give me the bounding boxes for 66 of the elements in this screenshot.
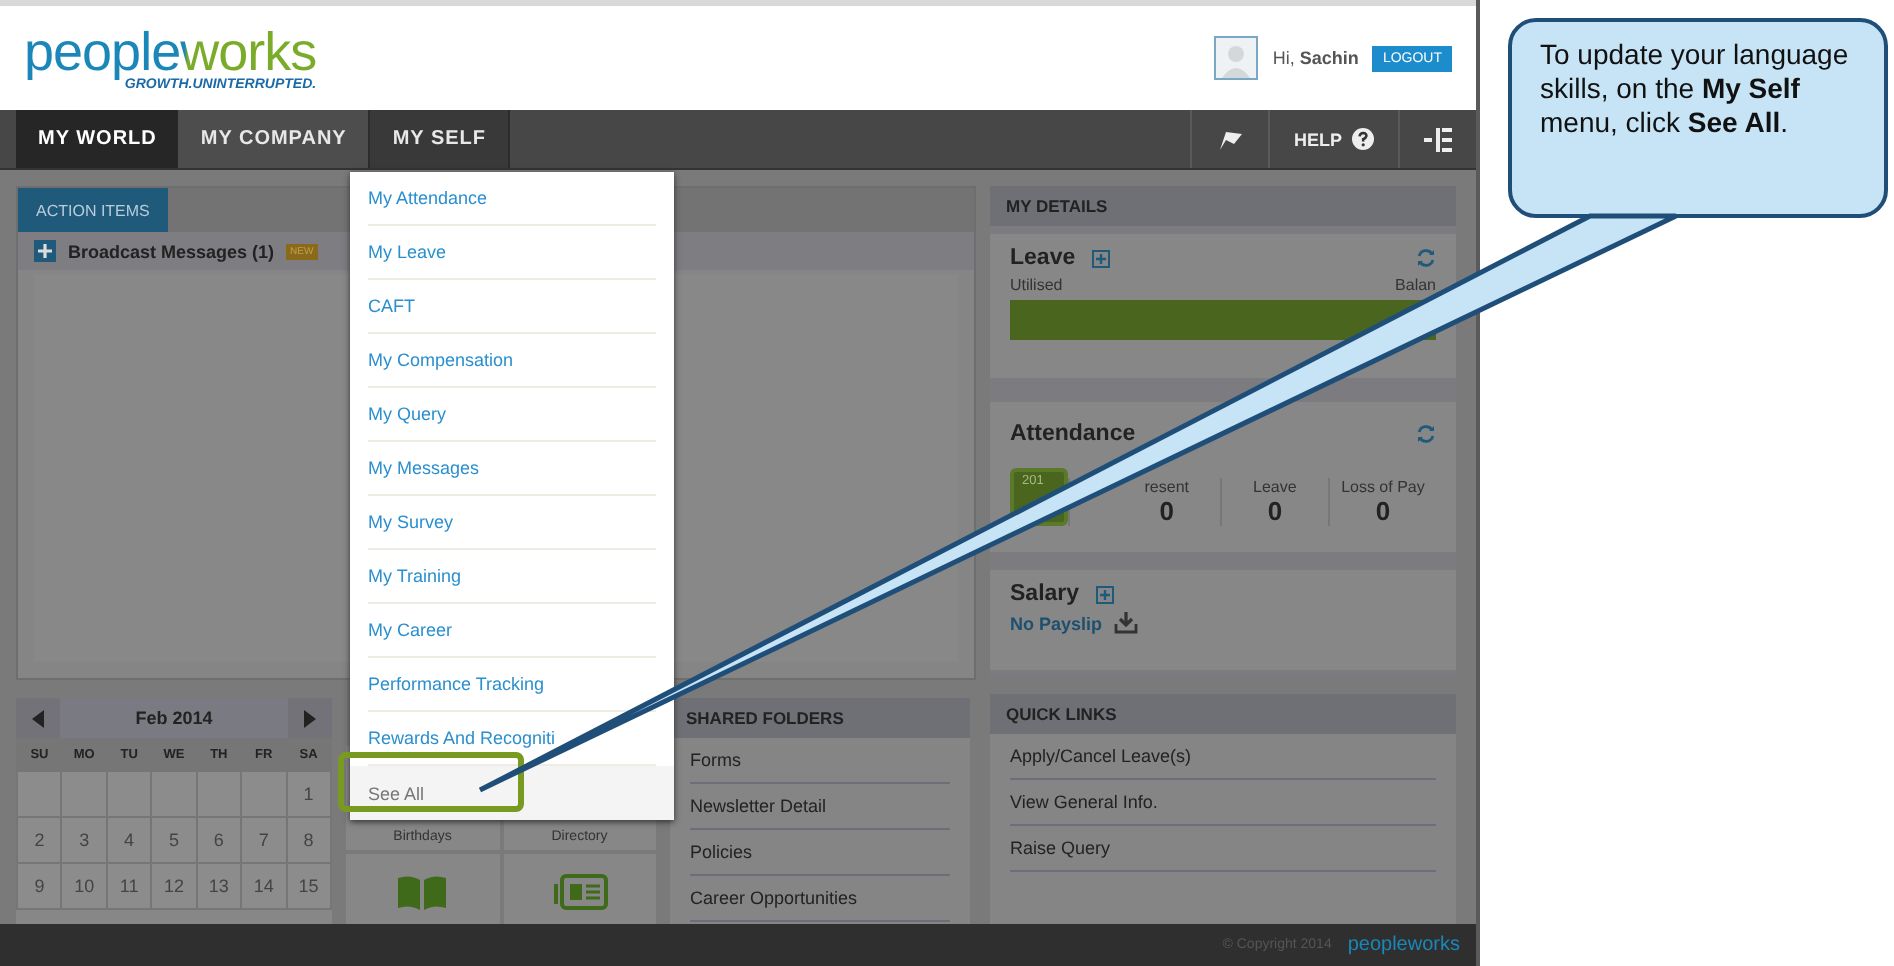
avatar-icon: [1214, 36, 1259, 80]
calendar-day[interactable]: 5: [152, 818, 196, 862]
refresh-icon[interactable]: [1416, 424, 1436, 444]
menu-item[interactable]: My Training: [368, 550, 656, 604]
calendar-day[interactable]: 1: [287, 772, 330, 816]
menu-item[interactable]: My Career: [368, 604, 656, 658]
calendar-day[interactable]: 14: [242, 864, 286, 908]
calendar-day[interactable]: 7: [242, 818, 286, 862]
panel-title: MY DETAILS: [990, 186, 1456, 226]
menu-item[interactable]: My Messages: [368, 442, 656, 496]
payslip-link[interactable]: No Payslip: [1010, 613, 1103, 633]
leave-title: Leave: [1010, 246, 1076, 270]
folder-link[interactable]: Policies: [690, 830, 950, 876]
next-month-icon[interactable]: [288, 698, 332, 738]
utilised-label: Utilised: [1010, 276, 1063, 294]
greeting-text: Hi, Sachin: [1272, 48, 1359, 68]
calendar-day[interactable]: 15: [287, 864, 330, 908]
quick-link[interactable]: Raise Query: [1010, 826, 1436, 872]
calendar-day[interactable]: 10: [62, 864, 106, 908]
folder-link[interactable]: Career Opportunities: [690, 876, 950, 922]
stat-value: 0: [1375, 496, 1391, 526]
refresh-icon[interactable]: [1416, 248, 1436, 268]
panel-title: QUICK LINKS: [990, 694, 1456, 734]
stat-value: 0: [1159, 496, 1174, 526]
panel-title: SHARED FOLDERS: [670, 698, 970, 738]
menu-item[interactable]: My Attendance: [368, 172, 656, 226]
menu-item[interactable]: My Compensation: [368, 334, 656, 388]
card-icon[interactable]: [551, 874, 608, 910]
nav-tab[interactable]: MY SELF: [368, 110, 510, 168]
nav-tab[interactable]: MY WORLD: [16, 110, 179, 168]
nav-tab[interactable]: MY COMPANY: [178, 110, 369, 168]
calendar-month: Feb 2014: [133, 708, 215, 728]
broadcast-messages-label[interactable]: Broadcast Messages (1): [68, 241, 275, 261]
stat-label: Loss of Pay: [1341, 478, 1425, 496]
stat-label: resent: [1144, 478, 1189, 496]
quick-link[interactable]: View General Info.: [1010, 780, 1436, 826]
previous-month-icon[interactable]: [16, 698, 60, 738]
stat-label: Leave: [1253, 478, 1297, 496]
salary-title: Salary: [1010, 582, 1080, 606]
balance-label: Balan: [1395, 276, 1436, 294]
folder-link[interactable]: Forms: [690, 738, 950, 784]
calendar-day[interactable]: 2: [18, 818, 61, 862]
stat-value: 0: [1267, 496, 1283, 526]
menu-item[interactable]: CAFT: [368, 280, 656, 334]
calendar-day[interactable]: 8: [287, 818, 330, 862]
book-icon[interactable]: [396, 874, 449, 910]
calendar-day[interactable]: 3: [62, 818, 106, 862]
menu-item[interactable]: My Survey: [368, 496, 656, 550]
folder-link[interactable]: Newsletter Detail: [690, 784, 950, 830]
help-icon[interactable]: [1352, 128, 1374, 150]
calendar-day[interactable]: 13: [197, 864, 241, 908]
menu-item[interactable]: My Query: [368, 388, 656, 442]
action-items-tab[interactable]: ACTION ITEMS: [18, 188, 168, 232]
footer-logo: peopleworks: [1347, 934, 1460, 956]
calendar-day[interactable]: 11: [107, 864, 151, 908]
menu-item[interactable]: My Leave: [368, 226, 656, 280]
calendar-day[interactable]: 4: [107, 818, 151, 862]
menu-item[interactable]: See All: [350, 766, 674, 820]
calendar-day[interactable]: 9: [18, 864, 61, 908]
help-button[interactable]: HELP: [1267, 110, 1398, 168]
attendance-title: Attendance: [1010, 422, 1136, 446]
calendar-day[interactable]: 6: [197, 818, 241, 862]
download-icon[interactable]: [1114, 612, 1139, 634]
callout-text: To update your language skills, on the My Self menu, click See All.: [1540, 38, 1851, 140]
quick-link[interactable]: Apply/Cancel Leave(s): [1010, 734, 1436, 780]
calendar-day[interactable]: 12: [152, 864, 196, 908]
